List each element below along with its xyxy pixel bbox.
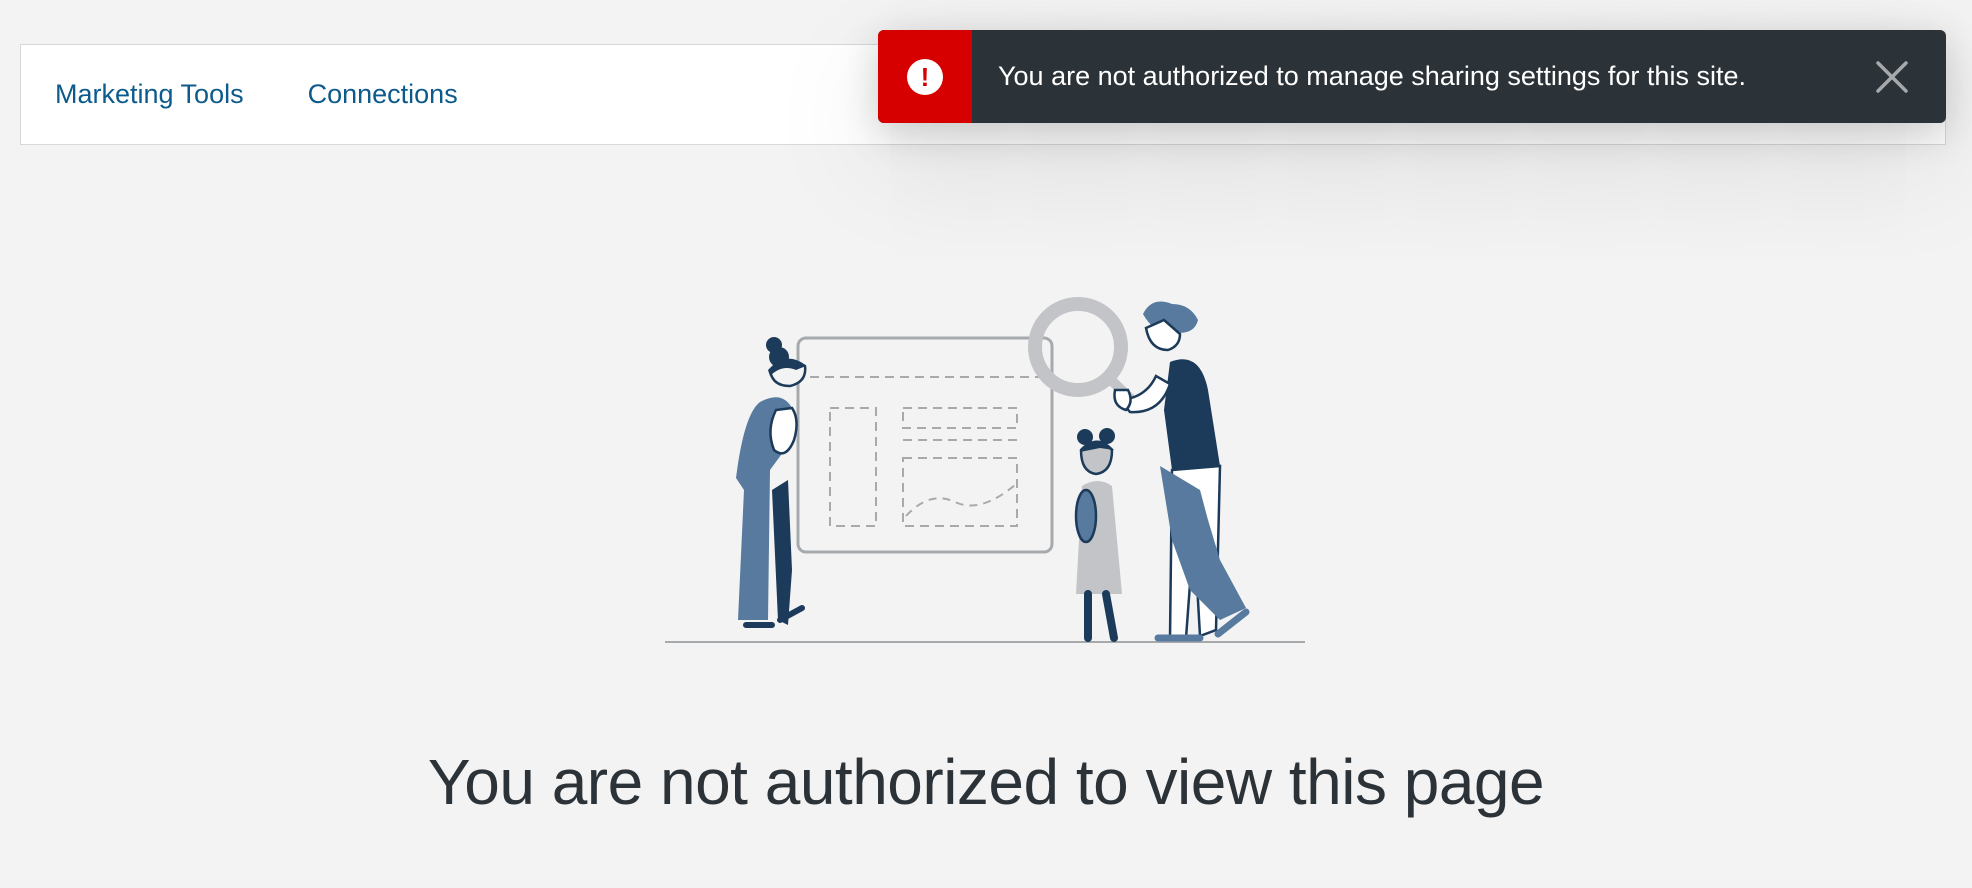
close-icon (1876, 60, 1908, 93)
tab-connections[interactable]: Connections (308, 79, 458, 110)
notice-close-button[interactable] (1862, 47, 1922, 107)
notice-status-area: ! (878, 30, 972, 123)
girl-figure (1074, 428, 1122, 642)
error-notice: ! You are not authorized to manage shari… (878, 30, 1946, 123)
page: Marketing Tools Connections ! You are no… (0, 0, 1972, 888)
alert-icon: ! (907, 58, 943, 95)
board (796, 336, 1054, 554)
notice-message: You are not authorized to manage sharing… (998, 61, 1746, 91)
tab-marketing-tools[interactable]: Marketing Tools (55, 79, 244, 110)
page-title: You are not authorized to view this page (427, 746, 1545, 818)
woman-figure (736, 337, 807, 628)
man-figure (1113, 301, 1250, 642)
people-looking-at-board-illustration (665, 297, 1305, 643)
